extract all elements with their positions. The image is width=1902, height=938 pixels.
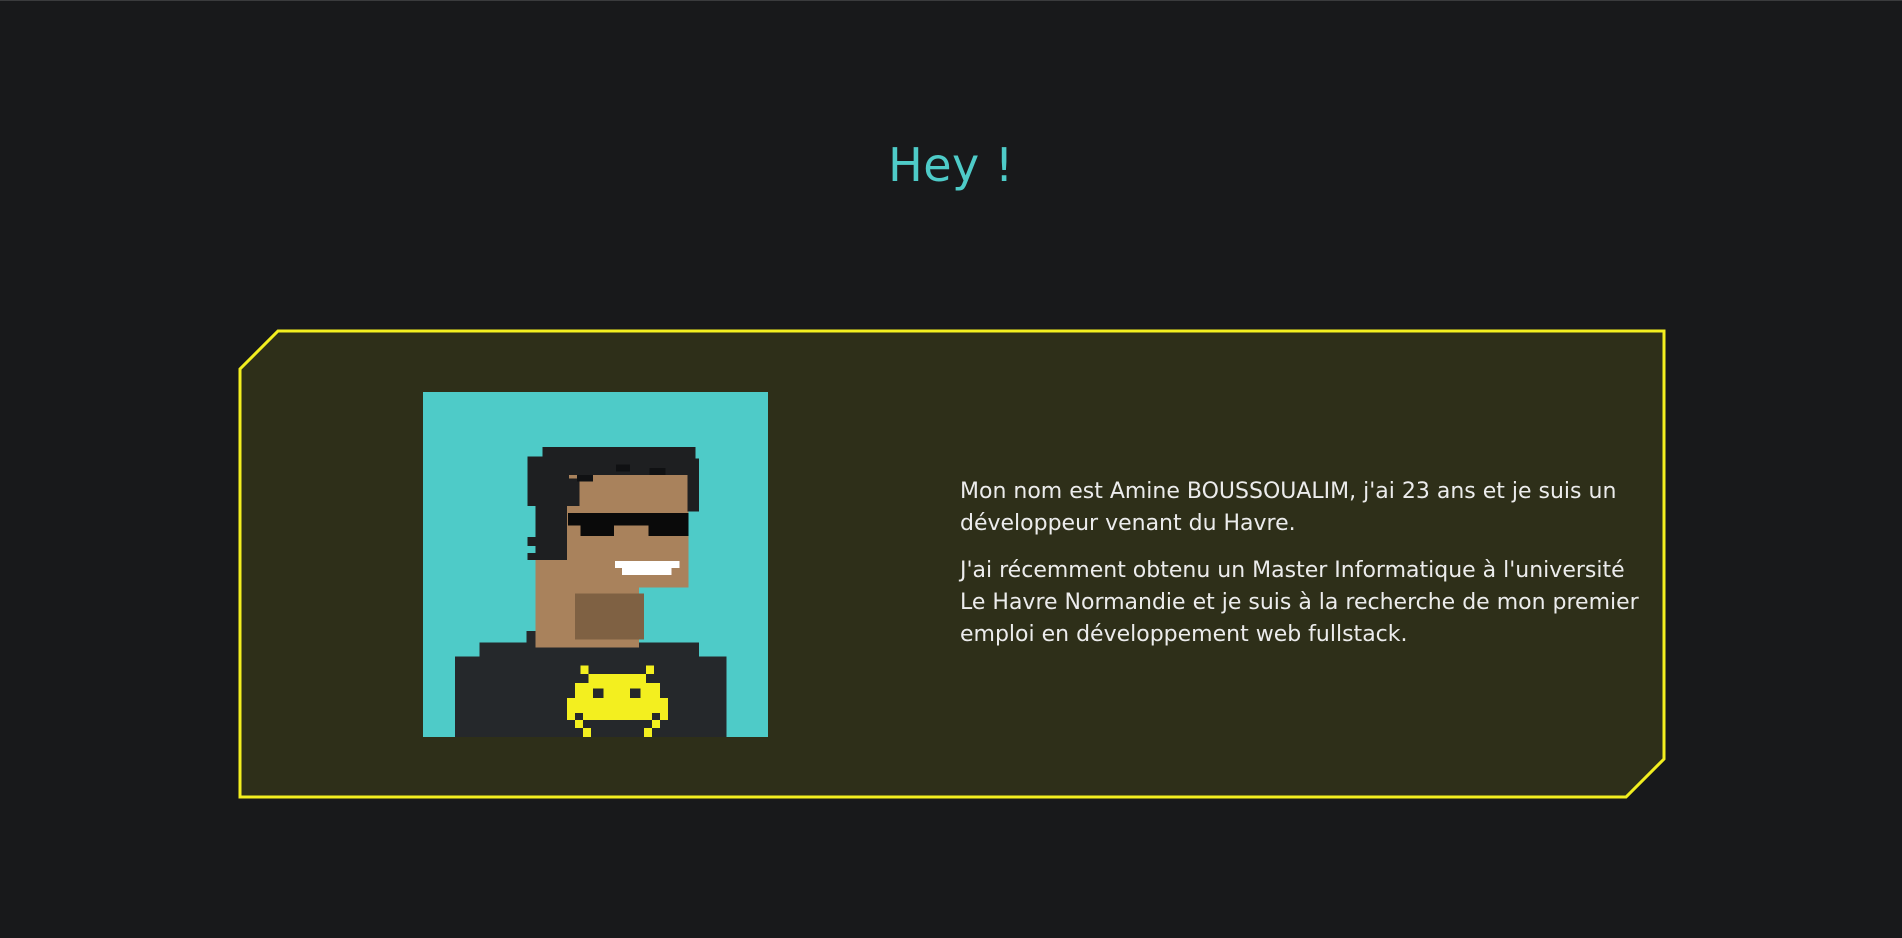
bio-paragraph-education: J'ai récemment obtenu un Master Informat… xyxy=(960,558,1639,647)
bio-text: Mon nom est Amine BOUSSOUALIM, j'ai 23 a… xyxy=(960,476,1650,666)
avatar xyxy=(423,392,768,737)
about-card: Mon nom est Amine BOUSSOUALIM, j'ai 23 a… xyxy=(238,329,1666,799)
bio-paragraph-intro: Mon nom est Amine BOUSSOUALIM, j'ai 23 a… xyxy=(960,479,1617,536)
page-title: Hey ! xyxy=(888,138,1014,192)
